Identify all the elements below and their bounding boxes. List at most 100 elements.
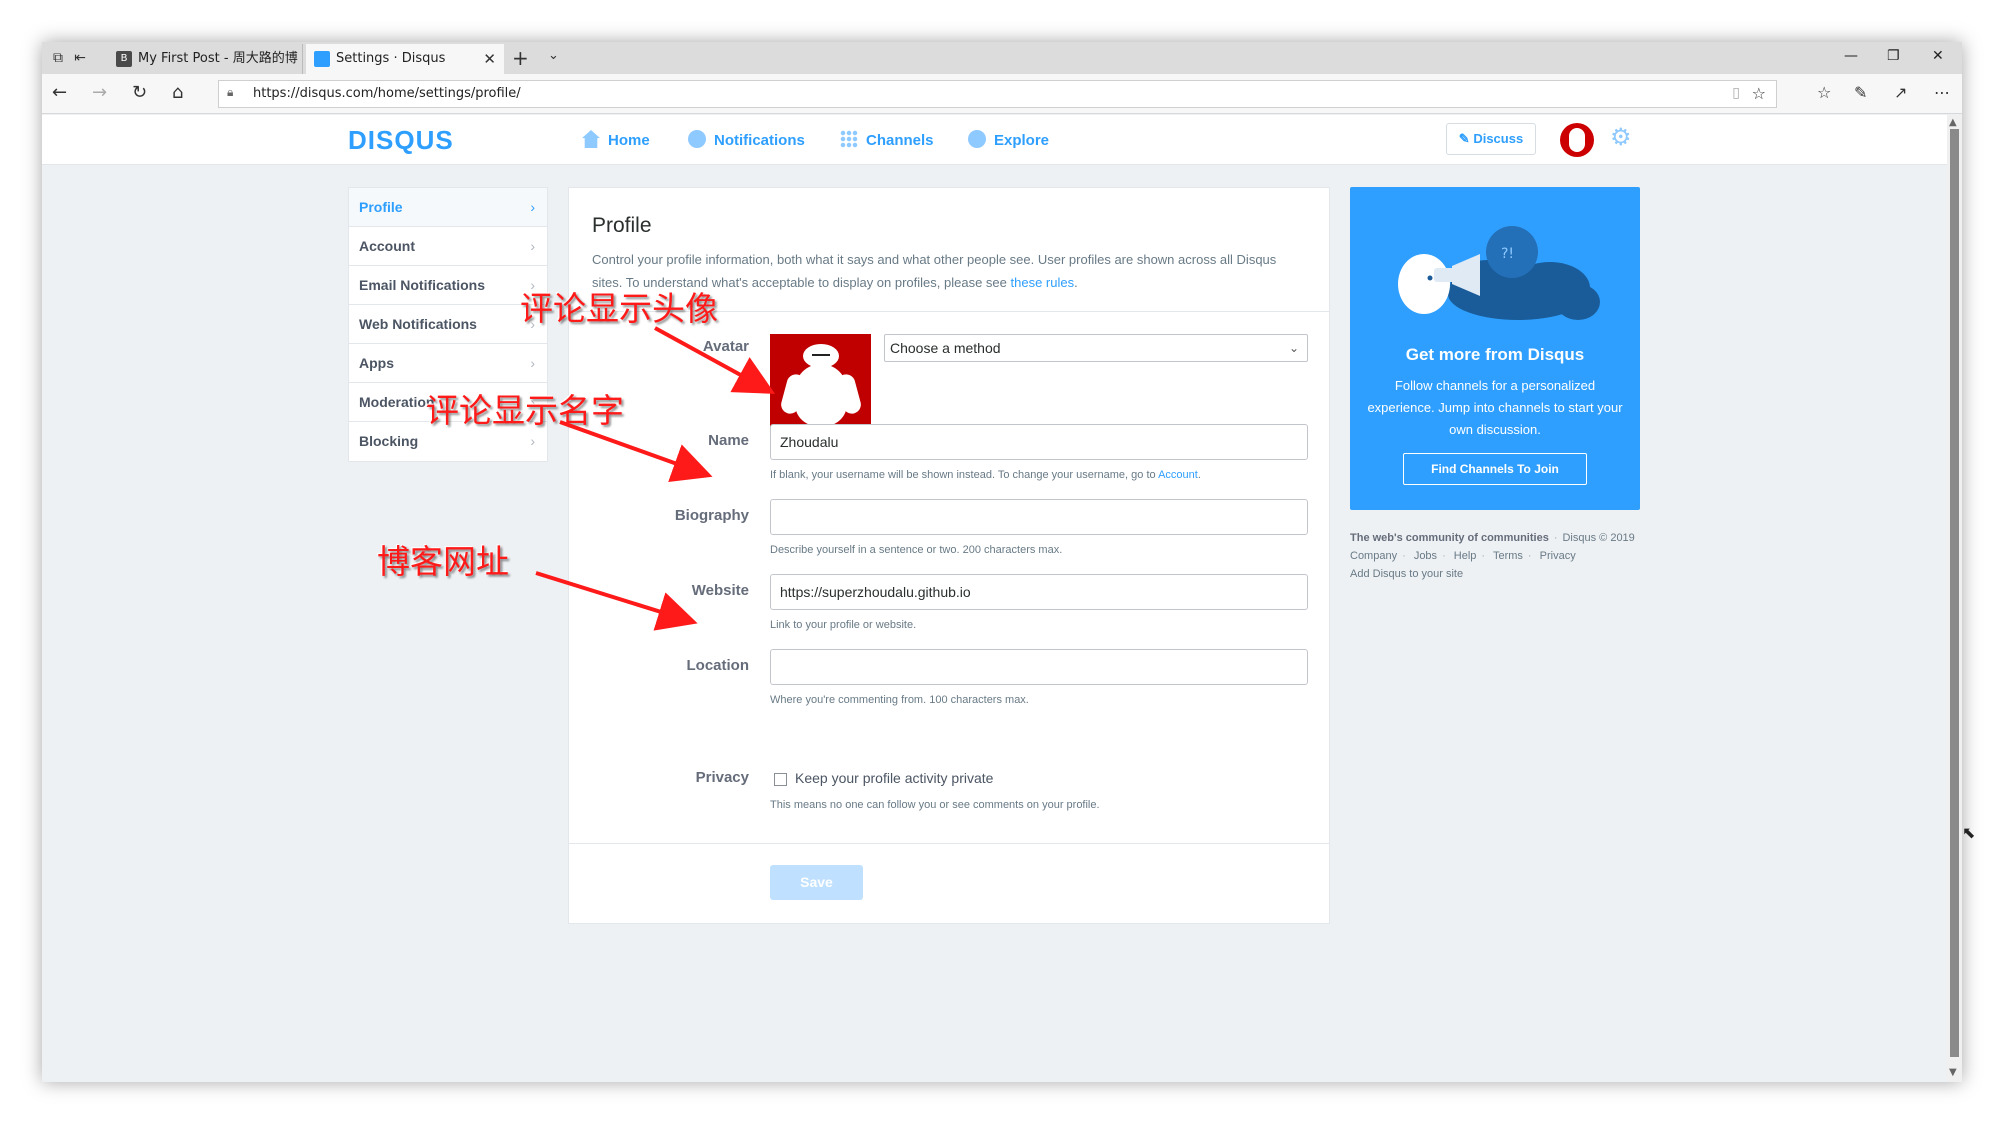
location-field[interactable] bbox=[770, 649, 1308, 685]
footer-add-disqus[interactable]: Add Disqus to your site bbox=[1350, 565, 1650, 583]
location-help: Where you're commenting from. 100 charac… bbox=[770, 694, 1029, 706]
nav-label: Explore bbox=[994, 132, 1050, 149]
nav-channels[interactable]: Channels bbox=[840, 130, 934, 149]
nav-label: Notifications bbox=[714, 132, 805, 149]
page-content: DISQUS Home Notifications Channels Explo… bbox=[42, 115, 1947, 1082]
tab-settings-disqus[interactable]: Settings · Disqus ✕ bbox=[306, 44, 504, 74]
refresh-icon[interactable]: ↻ bbox=[132, 82, 147, 103]
tab-bar: ⧉ ⇤ B My First Post - 周大路的博 Settings · D… bbox=[42, 42, 1962, 74]
reading-view-icon[interactable]: ▯ bbox=[1732, 85, 1740, 101]
location-label: Location bbox=[686, 657, 750, 674]
sidebar-footer: The web's community of communities · Disqu… bbox=[1350, 529, 1650, 583]
sidebar-item-email-notifications[interactable]: Email Notifications › bbox=[349, 266, 547, 305]
address-bar: ← → ↻ ⌂ 🔒︎ https://disqus.com/home/setti… bbox=[42, 74, 1962, 114]
nav-label: Channels bbox=[866, 132, 934, 149]
sidebar-item-label: Blocking bbox=[359, 433, 419, 449]
browser-window: ⧉ ⇤ B My First Post - 周大路的博 Settings · D… bbox=[42, 42, 1962, 1082]
mouse-cursor-icon: ⬉ bbox=[1962, 823, 1976, 842]
footer-link-terms[interactable]: Terms bbox=[1493, 550, 1523, 562]
megaphone-illustration: ?! bbox=[1398, 226, 1600, 320]
privacy-checkbox-label[interactable]: Keep your profile activity private bbox=[795, 770, 993, 786]
biography-label: Biography bbox=[674, 507, 749, 524]
sidebar-item-profile[interactable]: Profile › bbox=[349, 188, 547, 227]
account-link[interactable]: Account bbox=[1158, 469, 1198, 481]
home-browser-icon[interactable]: ⌂ bbox=[172, 82, 183, 103]
annotation-website: 博客网址 bbox=[377, 542, 509, 581]
scroll-up-icon[interactable]: ▲ bbox=[1949, 117, 1957, 128]
annotation-avatar: 评论显示头像 bbox=[520, 289, 718, 328]
profile-avatar[interactable] bbox=[770, 334, 871, 435]
footer-tagline: The web's community of communities bbox=[1350, 532, 1549, 544]
url-text: https://disqus.com/home/settings/profile… bbox=[253, 86, 521, 101]
sidebar-item-label: Profile bbox=[359, 199, 403, 215]
footer-link-help[interactable]: Help bbox=[1454, 550, 1477, 562]
forward-icon[interactable]: → bbox=[92, 82, 107, 103]
channels-icon bbox=[840, 130, 858, 148]
favorites-icon[interactable]: ☆ bbox=[1817, 83, 1831, 102]
nav-notifications[interactable]: Notifications bbox=[688, 130, 805, 149]
vertical-scrollbar[interactable]: ▲ ▼ bbox=[1947, 115, 1962, 1082]
explore-icon bbox=[968, 130, 986, 148]
discuss-label: Discuss bbox=[1473, 131, 1524, 146]
pen-icon[interactable]: ✎ bbox=[1854, 83, 1867, 102]
chevron-right-icon: › bbox=[530, 199, 535, 215]
blog-favicon-icon: B bbox=[116, 51, 132, 67]
footer-link-company[interactable]: Company bbox=[1350, 550, 1397, 562]
share-icon[interactable]: ↗ bbox=[1894, 83, 1907, 102]
tab-preview-chevron-icon[interactable]: ⌄ bbox=[548, 48, 559, 63]
close-tab-icon[interactable]: ✕ bbox=[483, 44, 496, 74]
user-avatar[interactable] bbox=[1560, 123, 1594, 157]
sidebar-item-web-notifications[interactable]: Web Notifications › bbox=[349, 305, 547, 344]
find-channels-button[interactable]: Find Channels To Join bbox=[1403, 453, 1587, 485]
url-field[interactable]: 🔒︎ https://disqus.com/home/settings/prof… bbox=[218, 80, 1777, 108]
gear-icon[interactable]: ⚙ bbox=[1610, 123, 1632, 151]
disqus-favicon-icon bbox=[314, 51, 330, 67]
name-label: Name bbox=[708, 432, 749, 449]
restore-icon[interactable]: ❐ bbox=[1887, 48, 1900, 64]
tab-actions-icon[interactable]: ⧉ bbox=[48, 48, 68, 68]
minimize-icon[interactable]: — bbox=[1844, 48, 1858, 64]
privacy-label: Privacy bbox=[695, 769, 749, 786]
website-field[interactable]: https://superzhoudalu.github.io bbox=[770, 574, 1308, 610]
disqus-header: DISQUS Home Notifications Channels Explo… bbox=[42, 115, 1947, 165]
divider bbox=[569, 843, 1329, 844]
avatar-method-select[interactable]: Choose a method ⌄ bbox=[884, 334, 1308, 362]
nav-explore[interactable]: Explore bbox=[968, 130, 1049, 149]
sidebar-item-label: Email Notifications bbox=[359, 277, 486, 293]
sidebar-item-label: Apps bbox=[359, 355, 394, 371]
notifications-icon bbox=[688, 130, 706, 148]
website-label: Website bbox=[691, 582, 749, 599]
rules-link[interactable]: these rules bbox=[1011, 275, 1075, 290]
discuss-button[interactable]: ✎ Discuss bbox=[1446, 123, 1536, 155]
save-button[interactable]: Save bbox=[770, 865, 863, 900]
chevron-right-icon: › bbox=[530, 238, 535, 254]
footer-link-privacy[interactable]: Privacy bbox=[1540, 550, 1576, 562]
nav-label: Home bbox=[608, 132, 650, 149]
sidebar-item-account[interactable]: Account › bbox=[349, 227, 547, 266]
promo-card: ?! Get more from Disqus Follow channels … bbox=[1350, 187, 1640, 510]
tab-my-first-post[interactable]: B My First Post - 周大路的博 bbox=[108, 44, 303, 74]
avatar-method-value: Choose a method bbox=[890, 340, 1001, 356]
sidebar-item-label: Account bbox=[359, 238, 415, 254]
privacy-checkbox[interactable] bbox=[774, 773, 787, 786]
biography-help: Describe yourself in a sentence or two. … bbox=[770, 544, 1063, 556]
promo-text: Follow channels for a personalized exper… bbox=[1367, 378, 1623, 437]
scroll-down-icon[interactable]: ▼ bbox=[1949, 1067, 1957, 1078]
close-window-icon[interactable]: ✕ bbox=[1932, 48, 1944, 64]
sidebar-item-apps[interactable]: Apps › bbox=[349, 344, 547, 383]
biography-field[interactable] bbox=[770, 499, 1308, 535]
footer-copyright: Disqus © 2019 bbox=[1562, 532, 1635, 544]
scrollbar-thumb[interactable] bbox=[1950, 129, 1959, 1057]
set-aside-tabs-icon[interactable]: ⇤ bbox=[70, 48, 90, 68]
website-help: Link to your profile or website. bbox=[770, 619, 917, 631]
name-field[interactable]: Zhoudalu bbox=[770, 424, 1308, 460]
new-tab-icon[interactable]: + bbox=[512, 46, 529, 70]
footer-link-jobs[interactable]: Jobs bbox=[1414, 550, 1437, 562]
disqus-logo[interactable]: DISQUS bbox=[348, 125, 454, 156]
nav-home[interactable]: Home bbox=[582, 130, 650, 149]
favorite-star-icon[interactable]: ☆ bbox=[1752, 84, 1766, 103]
more-icon[interactable]: ⋯ bbox=[1934, 83, 1950, 102]
back-icon[interactable]: ← bbox=[52, 82, 67, 103]
privacy-help: This means no one can follow you or see … bbox=[770, 799, 1100, 811]
avatar-label: Avatar bbox=[702, 338, 749, 355]
